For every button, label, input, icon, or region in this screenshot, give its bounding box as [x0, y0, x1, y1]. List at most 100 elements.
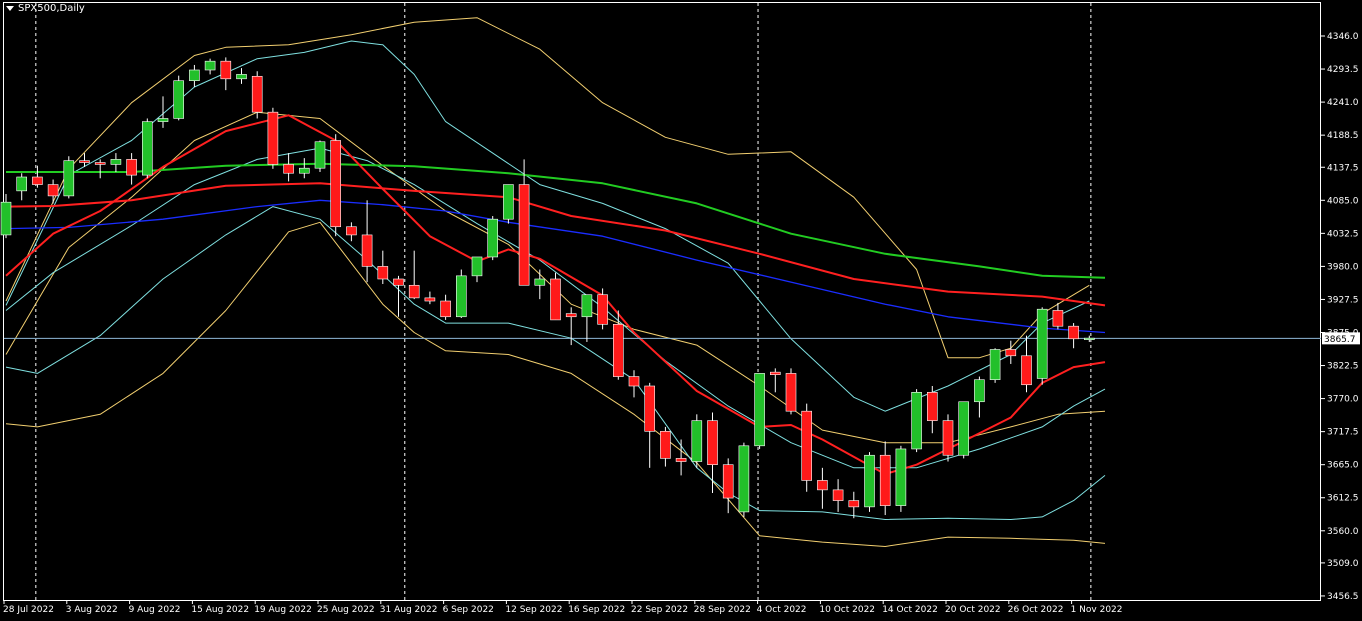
candle-up: [110, 159, 122, 165]
price-tick-label: 4346.0: [1327, 32, 1359, 42]
candle-up: [298, 167, 310, 174]
price-tick-label: 3717.5: [1327, 428, 1359, 438]
candle-down: [817, 480, 828, 491]
candle-down: [330, 140, 342, 228]
price-tick-label: 4188.5: [1327, 131, 1359, 141]
candle-up: [0, 201, 12, 236]
bollinger-lower-yellow: [5, 221, 1106, 547]
candle-up: [204, 60, 216, 71]
candle-up: [157, 118, 169, 122]
price-tick-label: 4293.5: [1327, 65, 1359, 75]
price-tick-label: 4085.0: [1327, 196, 1359, 206]
candle-down: [675, 458, 687, 462]
candle-down: [1021, 355, 1032, 386]
candle-down: [801, 410, 813, 481]
candle-down: [47, 184, 59, 197]
candle-up: [173, 80, 184, 119]
candle-up: [1036, 308, 1048, 379]
candle-down: [346, 226, 357, 236]
price-tick-label: 3612.5: [1327, 494, 1359, 504]
candle-down: [408, 284, 420, 299]
candle-down: [565, 313, 577, 318]
bollinger-upper-cyan: [5, 40, 1090, 412]
candle-down: [644, 385, 656, 432]
price-tick-label: 3980.0: [1327, 262, 1359, 272]
time-tick-label: 10 Oct 2022: [819, 605, 875, 615]
candle-up: [989, 349, 1001, 381]
candle-down: [612, 324, 624, 377]
candle-down: [550, 278, 561, 321]
time-tick-label: 6 Sep 2022: [443, 605, 494, 615]
candle-down: [220, 60, 232, 80]
price-tick-label: 3927.5: [1327, 295, 1359, 305]
candle-down: [926, 391, 938, 421]
time-tick-label: 15 Aug 2022: [191, 605, 249, 615]
time-tick-label: 28 Jul 2022: [3, 605, 54, 615]
time-tick-label: 22 Sep 2022: [631, 605, 688, 615]
candle-down: [32, 176, 43, 185]
candle-up: [691, 420, 703, 462]
candle-down: [848, 500, 860, 508]
candle-down: [377, 266, 389, 280]
candle-down: [707, 420, 718, 465]
candle-up: [1084, 337, 1095, 340]
candle-down: [879, 454, 891, 506]
candle-up: [895, 448, 907, 506]
price-tick-label: 3456.5: [1327, 592, 1359, 602]
time-tick-label: 16 Sep 2022: [568, 605, 625, 615]
candle-down: [942, 420, 954, 456]
candle-down: [283, 164, 294, 174]
candle-down: [440, 300, 451, 318]
bollinger-lower-cyan: [5, 206, 1106, 520]
time-tick-label: 4 Oct 2022: [757, 605, 807, 615]
candle-up: [142, 121, 153, 176]
candle-down: [1052, 310, 1064, 327]
candle-down: [94, 162, 106, 165]
time-tick-label: 20 Oct 2022: [945, 605, 1001, 615]
candle-down: [126, 159, 137, 176]
price-tick-label: 3509.0: [1327, 559, 1359, 569]
candlestick-chart[interactable]: 4346.0 4293.5 4241.0 4188.5 4137.5 4085.0 4032…: [0, 0, 1362, 621]
time-tick-label: 31 Aug 2022: [380, 605, 438, 615]
candle-up: [455, 275, 467, 318]
candle-up: [63, 160, 75, 197]
indicator-lines: [4, 17, 1321, 547]
candle-down: [251, 75, 263, 113]
bollinger-upper-yellow: [5, 17, 1090, 359]
candle-up: [738, 445, 750, 513]
candle-down: [1068, 325, 1079, 340]
moving-average-green: [6, 162, 1106, 279]
candles: [0, 57, 1095, 519]
candle-up: [16, 176, 28, 192]
current-price-label: 3865.7: [1324, 335, 1356, 345]
candle-down: [769, 371, 781, 375]
candle-down: [1005, 349, 1017, 357]
time-tick-label: 14 Oct 2022: [882, 605, 938, 615]
price-axis: 4346.0 4293.5 4241.0 4188.5 4137.5 4085.0 4032…: [1321, 32, 1360, 602]
candle-down: [267, 111, 279, 165]
price-tick-label: 4032.5: [1327, 229, 1359, 239]
period-separators: [35, 3, 1092, 600]
candle-down: [628, 376, 640, 387]
candle-up: [911, 391, 922, 450]
candle-down: [79, 160, 90, 163]
candle-down: [361, 234, 373, 267]
candle-up: [189, 69, 200, 81]
candle-down: [518, 184, 530, 286]
time-tick-label: 28 Sep 2022: [694, 605, 751, 615]
plot-frame: [3, 2, 1321, 601]
candle-up: [503, 184, 514, 220]
price-tick-label: 4241.0: [1327, 98, 1359, 108]
price-tick-label: 3560.0: [1327, 527, 1359, 537]
time-tick-label: 25 Aug 2022: [317, 605, 375, 615]
time-tick-label: 12 Sep 2022: [505, 605, 562, 615]
time-tick-label: 3 Aug 2022: [66, 605, 118, 615]
candle-down: [597, 294, 608, 325]
price-tick-label: 4137.5: [1327, 163, 1359, 173]
candle-up: [581, 294, 593, 318]
candle-up: [471, 256, 483, 277]
candle-down: [832, 489, 844, 501]
candle-up: [974, 379, 985, 403]
candle-up: [754, 373, 765, 447]
candle-down: [393, 278, 404, 286]
